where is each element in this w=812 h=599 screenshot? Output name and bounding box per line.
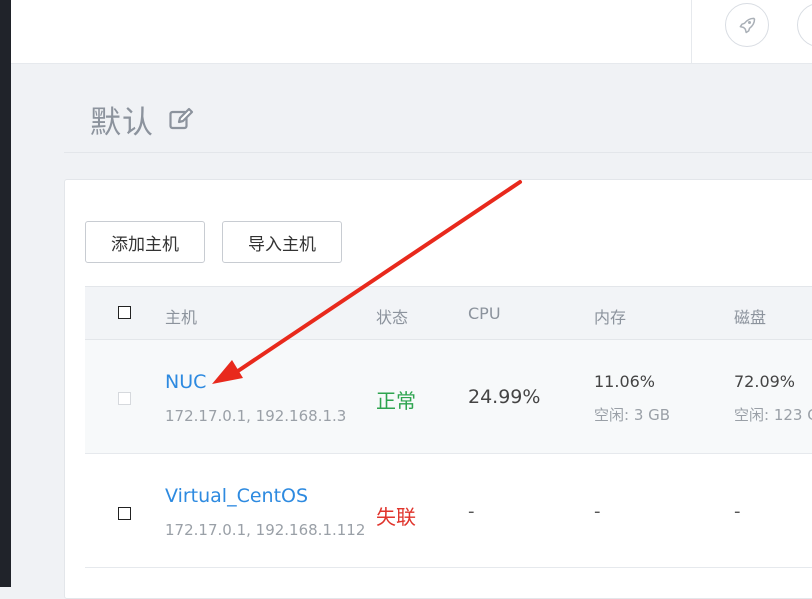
host-name-link[interactable]: NUC [165,371,206,393]
column-cpu: CPU [468,304,501,323]
top-header [11,0,812,64]
column-memory: 内存 [594,308,627,327]
disk-free: 空闲: 123 G [734,406,812,424]
header-divider [691,0,692,64]
page-header: 默认 [64,92,812,153]
status-badge: 失联 [376,505,416,529]
table-row: Virtual_CentOS 172.17.0.1, 192.168.1.112… [85,454,812,568]
disk-usage: 72.09% [734,372,796,391]
column-disk: 磁盘 [734,308,767,327]
edit-icon[interactable] [168,106,194,132]
memory-free: 空闲: 3 GB [594,406,671,424]
column-host: 主机 [165,308,198,327]
select-all-checkbox[interactable] [118,306,131,319]
status-badge: 正常 [376,389,416,413]
rocket-button[interactable] [725,3,769,47]
cpu-usage: 24.99% [468,386,541,408]
left-sidebar-edge [0,0,11,587]
host-name-link[interactable]: Virtual_CentOS [165,485,308,507]
host-ip-list: 172.17.0.1, 192.168.1.3 [165,407,347,425]
header-circle-button[interactable] [797,3,812,47]
table-header: 主机 状态 CPU 内存 磁盘 [85,286,812,340]
disk-usage: - [734,501,741,522]
column-status: 状态 [376,308,409,327]
rocket-icon [739,17,756,34]
hosts-card: 添加主机 导入主机 主机 状态 CPU 内存 磁盘 NUC 172.17.0.1… [64,179,812,599]
cpu-usage: - [468,501,475,522]
page-title: 默认 [90,105,154,141]
row-checkbox[interactable] [118,392,131,405]
memory-usage: 11.06% [594,372,656,391]
memory-usage: - [594,501,601,522]
import-host-button[interactable]: 导入主机 [222,221,342,263]
host-ip-list: 172.17.0.1, 192.168.1.112 [165,521,366,539]
add-host-button[interactable]: 添加主机 [85,221,205,263]
row-checkbox[interactable] [118,507,131,520]
table-row: NUC 172.17.0.1, 192.168.1.3 正常 24.99% 11… [85,340,812,454]
